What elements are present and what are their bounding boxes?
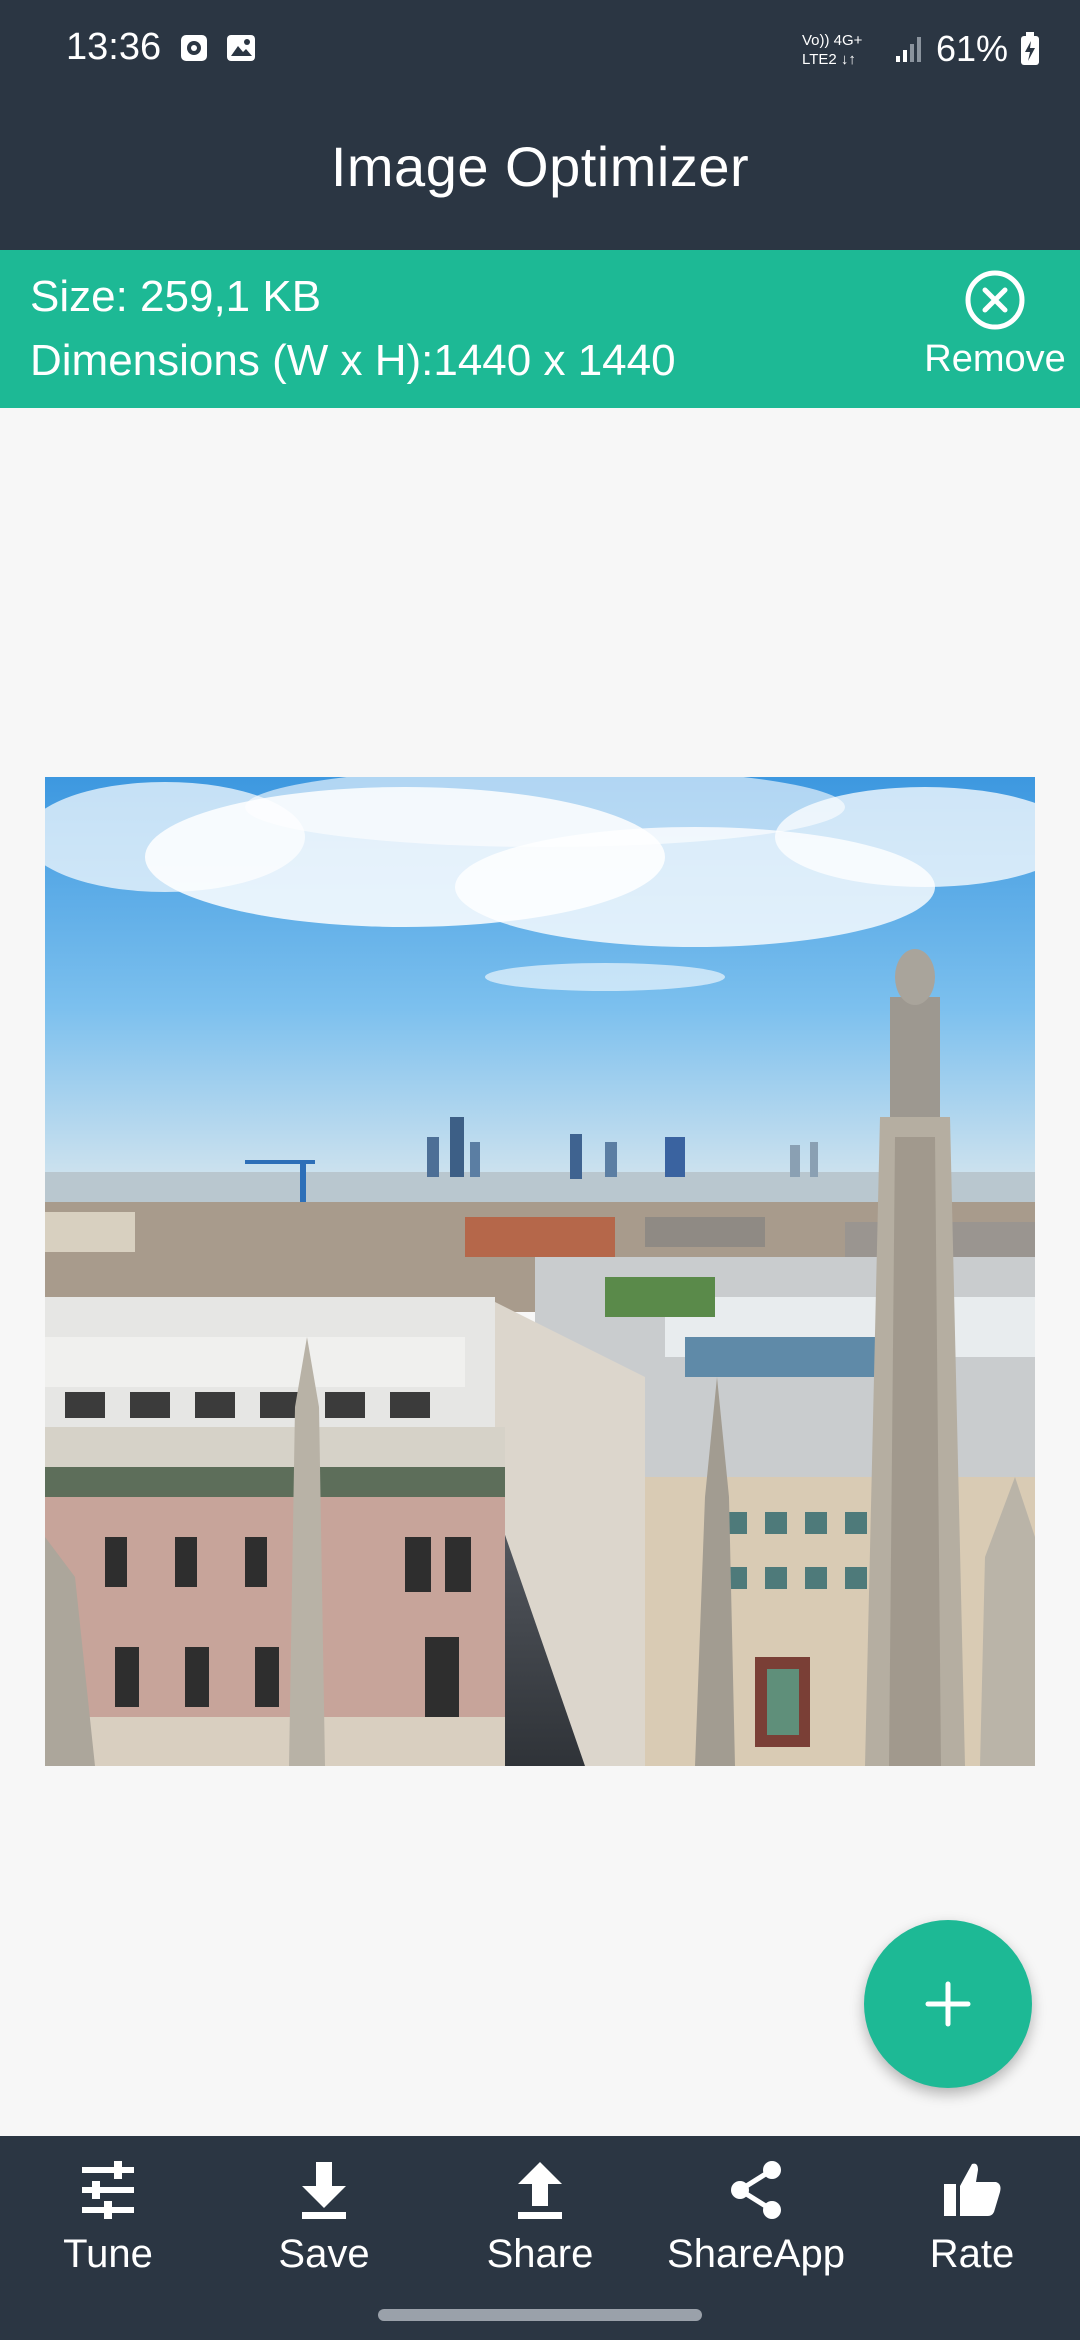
battery-percent: 61%	[935, 28, 1008, 69]
svg-text:LTE2 ↓↑: LTE2 ↓↑	[802, 51, 856, 68]
nav-tune[interactable]: Tune	[0, 2156, 216, 2306]
nav-share-app-label: ShareApp	[667, 2232, 845, 2276]
add-image-button[interactable]	[864, 1920, 1032, 2088]
nav-save[interactable]: Save	[216, 2156, 432, 2306]
image-size-text: Size: 259,1 KB	[30, 272, 322, 321]
nav-save-label: Save	[278, 2232, 370, 2276]
remove-button[interactable]: Remove	[920, 268, 1070, 398]
plus-icon	[925, 1981, 971, 2027]
remove-label: Remove	[924, 338, 1066, 380]
volte-icon: Vo)) 4G+ LTE2 ↓↑	[802, 32, 863, 68]
home-indicator[interactable]	[378, 2309, 702, 2321]
image-info-bar: Size: 259,1 KB Dimensions (W x H):1440 x…	[0, 250, 1080, 408]
nav-tune-label: Tune	[63, 2232, 153, 2276]
nav-share[interactable]: Share	[432, 2156, 648, 2306]
app-bar: Image Optimizer	[0, 82, 1080, 250]
alarm-icon	[181, 35, 207, 61]
status-bar: 13:36 Vo)) 4G+ LTE2 ↓↑ 61%	[0, 0, 1080, 82]
download-icon	[302, 2162, 346, 2219]
nav-rate-label: Rate	[929, 2232, 1015, 2276]
upload-icon	[518, 2162, 562, 2219]
thumbs-up-icon	[944, 2163, 1001, 2216]
svg-text:Vo)) 4G+: Vo)) 4G+	[802, 32, 863, 49]
nav-rate[interactable]: Rate	[864, 2156, 1080, 2306]
tune-icon	[82, 2161, 134, 2219]
app-title: Image Optimizer	[330, 134, 750, 198]
image-dimensions-text: Dimensions (W x H):1440 x 1440	[30, 336, 676, 385]
city-photo	[45, 777, 1035, 1766]
signal-icon	[895, 37, 921, 62]
nav-share-app[interactable]: ShareApp	[648, 2156, 864, 2306]
battery-charging-icon	[1021, 32, 1039, 65]
status-time: 13:36	[66, 26, 162, 68]
nav-share-label: Share	[486, 2232, 594, 2276]
share-icon	[731, 2161, 781, 2219]
close-circle-icon	[965, 270, 1025, 330]
image-preview	[45, 777, 1035, 1766]
gallery-icon	[227, 35, 255, 61]
